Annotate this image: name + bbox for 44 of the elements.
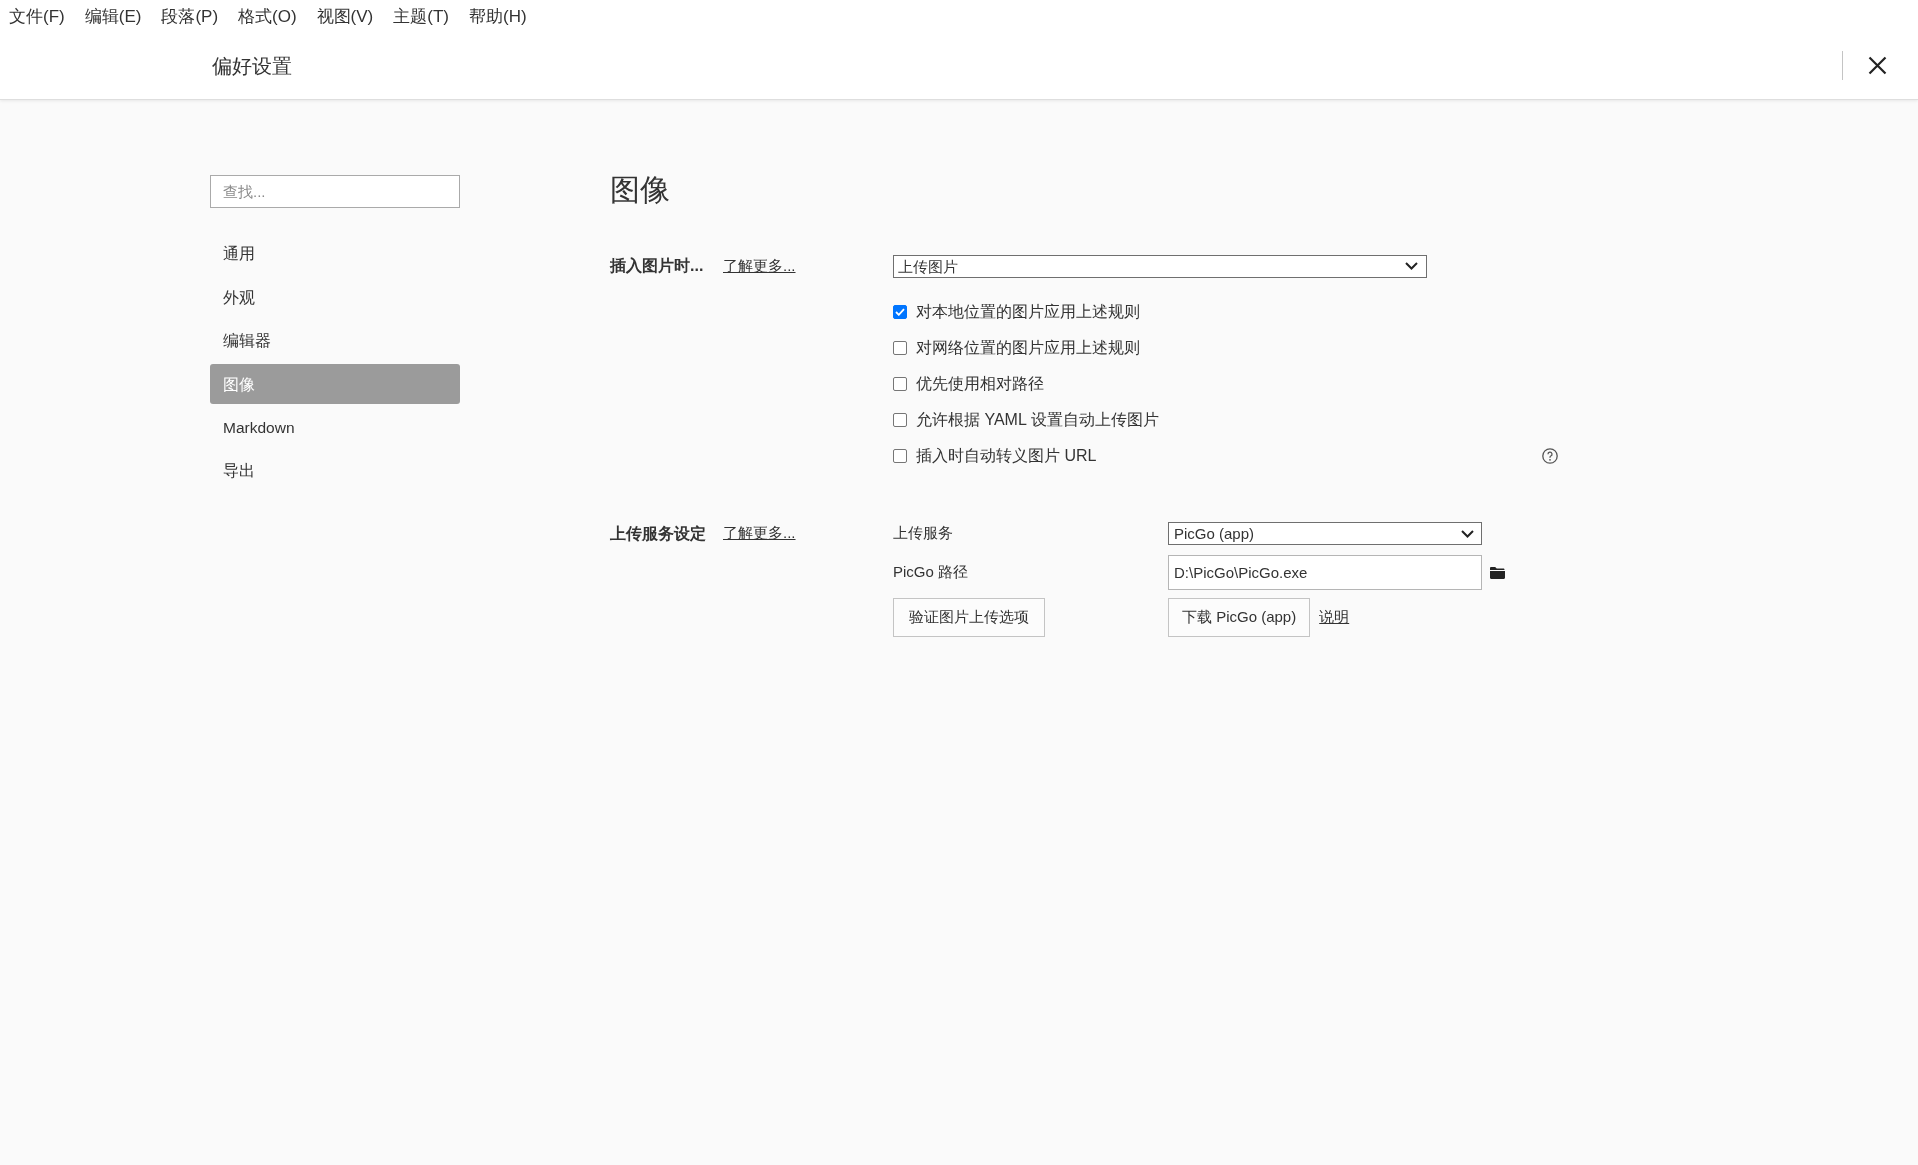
checkbox[interactable] — [893, 377, 907, 391]
learn-more-link[interactable]: 了解更多... — [723, 254, 796, 278]
sidebar-item[interactable]: Markdown — [210, 407, 460, 448]
caret-icon — [1405, 262, 1418, 270]
help-icon[interactable] — [1542, 448, 1558, 464]
help-link[interactable]: 说明 — [1319, 606, 1350, 629]
menu-item[interactable]: 编辑(E) — [75, 2, 151, 30]
checkbox[interactable] — [893, 305, 907, 319]
menu-item[interactable]: 视图(V) — [307, 2, 383, 30]
setting-label: 上传服务设定 — [610, 523, 707, 544]
search-field[interactable]: 查找... — [210, 175, 460, 208]
checkbox-label: 优先使用相对路径 — [916, 374, 1044, 394]
menu-item[interactable]: 文件(F) — [0, 2, 74, 30]
close-button[interactable] — [1868, 56, 1887, 75]
image-action-dropdown[interactable]: 上传图片 — [893, 254, 1427, 278]
caret-icon — [1461, 529, 1474, 538]
checkbox-label: 允许根据 YAML 设置自动上传图片 — [916, 410, 1159, 430]
checkbox[interactable] — [893, 449, 907, 463]
checkbox-label: 插入时自动转义图片 URL — [916, 446, 1097, 466]
checkbox-label: 对本地位置的图片应用上述规则 — [916, 302, 1140, 322]
dialog-title: 偏好设置 — [212, 55, 292, 76]
section-title: 图像 — [610, 172, 671, 208]
checkbox-label: 对网络位置的图片应用上述规则 — [916, 338, 1140, 358]
checkbox[interactable] — [893, 341, 907, 355]
menu-item[interactable]: 段落(P) — [152, 2, 228, 30]
download-button[interactable]: 下载 PicGo (app) — [1168, 598, 1311, 637]
menu-item[interactable]: 主题(T) — [384, 2, 458, 30]
setting-label: 插入图片时... — [610, 256, 705, 276]
sidebar-item[interactable]: 导出 — [210, 450, 460, 491]
field-label: 上传服务 — [893, 523, 954, 544]
checkbox[interactable] — [893, 413, 907, 427]
field-label: PicGo 路径 — [893, 562, 969, 583]
learn-more-link[interactable]: 了解更多... — [723, 522, 796, 545]
sidebar-item[interactable]: 外观 — [210, 277, 460, 318]
path-input-field[interactable]: D:\PicGo\PicGo.exe — [1168, 555, 1482, 590]
sidebar-item[interactable]: 通用 — [210, 234, 460, 274]
browse-folder-button[interactable] — [1490, 566, 1505, 579]
menu-item[interactable]: 格式(O) — [229, 2, 306, 30]
menu-item[interactable]: 帮助(H) — [460, 2, 536, 30]
sidebar-item[interactable]: 编辑器 — [210, 320, 460, 361]
upload-service-dropdown[interactable]: PicGo (app) — [1168, 522, 1482, 545]
validate-upload-button[interactable]: 验证图片上传选项 — [893, 598, 1045, 637]
close-icon — [1868, 56, 1887, 75]
folder-icon — [1490, 566, 1505, 579]
